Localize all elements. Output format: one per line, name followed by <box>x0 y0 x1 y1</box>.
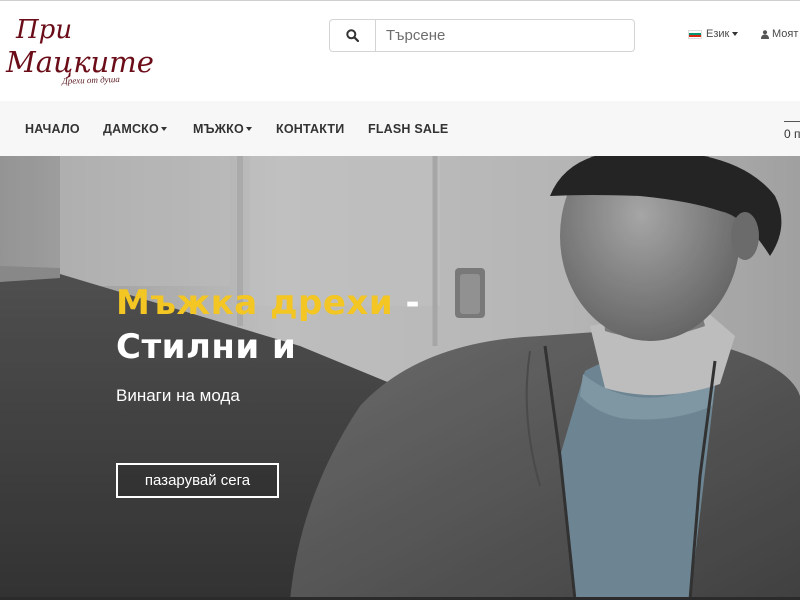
account-label: Моят <box>772 28 799 40</box>
search-input[interactable] <box>376 20 634 51</box>
caret-down-icon <box>732 32 739 36</box>
hero-title-line2: Стилни и <box>116 327 297 367</box>
shop-now-button[interactable]: пазарувай сега <box>116 463 279 498</box>
hero-title-dash: - <box>393 283 421 323</box>
site-logo[interactable]: При Мацките Дрехи от душа <box>4 11 164 93</box>
language-selector[interactable]: Език <box>688 28 739 40</box>
search-button[interactable] <box>330 20 376 51</box>
search-bar <box>329 19 635 52</box>
hero-subtitle: Винаги на мода <box>116 386 240 405</box>
nav-item-label: ДАМСКО <box>103 122 159 136</box>
nav-item-label: FLASH SALE <box>368 122 449 136</box>
nav-item-flash-sale[interactable]: FLASH SALE <box>368 122 448 136</box>
nav-item-women[interactable]: ДАМСКО <box>103 122 167 136</box>
nav-item-men[interactable]: МЪЖКО <box>193 122 252 136</box>
site-header: При Мацките Дрехи от душа Език Моят <box>0 0 800 101</box>
search-icon <box>346 29 359 42</box>
nav-item-label: НАЧАЛО <box>25 122 80 136</box>
flag-icon <box>688 29 702 39</box>
nav-item-label: МЪЖКО <box>193 122 244 136</box>
cart-summary[interactable]: 0 п <box>784 127 800 141</box>
hero-banner: Мъжка дрехи - Стилни и Винаги на мода па… <box>0 156 800 600</box>
logo-text-line1: При <box>16 15 73 45</box>
nav-item-contacts[interactable]: КОНТАКТИ <box>276 122 344 136</box>
main-nav: НАЧАЛО ДАМСКО МЪЖКО КОНТАКТИ FLASH SALE <box>0 101 800 156</box>
logo-tagline: Дрехи от душа <box>61 73 120 87</box>
account-menu[interactable]: Моят <box>761 28 798 40</box>
cart-divider <box>784 121 800 122</box>
language-label: Език <box>706 28 730 40</box>
user-icon <box>761 29 769 39</box>
nav-item-label: КОНТАКТИ <box>276 122 345 136</box>
nav-item-home[interactable]: НАЧАЛО <box>25 122 80 136</box>
caret-down-icon <box>160 127 167 131</box>
caret-down-icon <box>245 127 252 131</box>
hero-image <box>0 156 800 600</box>
hero-title: Мъжка дрехи - Стилни и <box>116 281 420 369</box>
hero-title-accent: Мъжка дрехи <box>116 283 394 323</box>
logo-text-line2: Мацките <box>6 45 154 79</box>
